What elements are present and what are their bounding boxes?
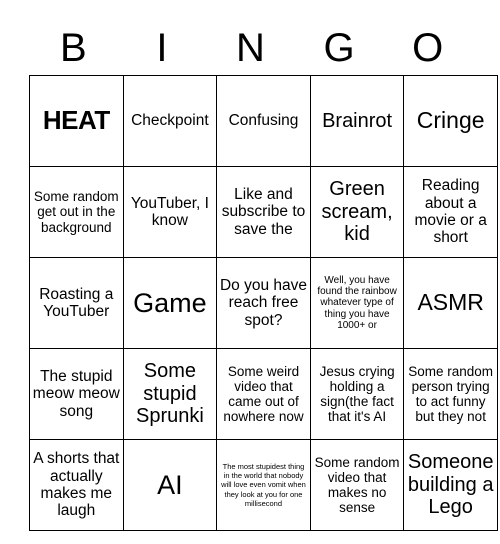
bingo-cell-label: Confusing: [228, 112, 299, 130]
bingo-cell-3-1[interactable]: Some stupid Sprunki: [122, 348, 218, 440]
bingo-cell-label: Some weird video that came out of nowher…: [223, 363, 304, 425]
bingo-cell-0-2[interactable]: Confusing: [216, 75, 311, 167]
bingo-cell-label: Someone building a Lego: [407, 451, 494, 519]
bingo-cell-1-4[interactable]: Reading about a movie or a short: [403, 166, 498, 258]
bingo-card: B I N G O HEAT Checkpoint Confusing Brainrot Cri…: [29, 20, 498, 531]
bingo-cell-label: Reading about a movie or a short: [414, 177, 487, 247]
bingo-cell-0-0[interactable]: HEAT: [29, 75, 124, 167]
bingo-cell-3-2[interactable]: Some weird video that came out of nowher…: [216, 348, 311, 440]
bingo-grid: HEAT Checkpoint Confusing Brainrot Cringe Som…: [29, 75, 498, 531]
bingo-cell-3-0[interactable]: The stupid meow meow song: [29, 348, 124, 440]
bingo-cell-4-0[interactable]: A shorts that actually makes me laugh: [29, 439, 124, 531]
bingo-cell-4-1[interactable]: AI: [122, 439, 218, 531]
bingo-cell-1-3[interactable]: Green scream, kid: [309, 166, 405, 258]
bingo-cell-label: Some random person trying to act funny b…: [408, 363, 494, 425]
bingo-cell-2-2[interactable]: Do you have reach free spot?: [216, 257, 311, 349]
bingo-cell-label: Jesus crying holding a sign(the fact tha…: [319, 363, 395, 425]
bingo-cell-2-3[interactable]: Well, you have found the rainbow whateve…: [309, 257, 405, 349]
bingo-cell-label: Roasting a YouTuber: [39, 285, 114, 320]
bingo-cell-2-4[interactable]: ASMR: [403, 257, 498, 349]
bingo-cell-label: Some stupid Sprunki: [135, 360, 204, 428]
bingo-cell-4-2[interactable]: The most stupidest thing in the world th…: [216, 439, 311, 531]
bingo-header-letter-b: B: [59, 25, 87, 70]
bingo-cell-3-3[interactable]: Jesus crying holding a sign(the fact tha…: [309, 348, 405, 440]
bingo-grid-body: HEAT Checkpoint Confusing Brainrot Cringe Som…: [29, 75, 498, 531]
bingo-cell-label: HEAT: [42, 105, 110, 136]
bingo-cell-1-1[interactable]: YouTuber, I know: [122, 166, 218, 258]
bingo-header-letter-i: I: [156, 25, 168, 70]
bingo-cell-label: AI: [157, 469, 183, 500]
bingo-cell-label: A shorts that actually makes me laugh: [33, 450, 120, 520]
bingo-cell-2-0[interactable]: Roasting a YouTuber: [29, 257, 124, 349]
bingo-row: Some random get out in the background You…: [29, 166, 498, 258]
bingo-cell-0-1[interactable]: Checkpoint: [122, 75, 218, 167]
bingo-cell-0-4[interactable]: Cringe: [403, 75, 498, 167]
bingo-cell-label: Well, you have found the rainbow whateve…: [317, 275, 397, 331]
bingo-header-letter-g: G: [323, 25, 355, 70]
bingo-cell-4-3[interactable]: Some random video that makes no sense: [309, 439, 405, 531]
bingo-cell-1-0[interactable]: Some random get out in the background: [29, 166, 124, 258]
bingo-cell-label: Brainrot: [322, 109, 393, 132]
bingo-row: A shorts that actually makes me laugh AI T…: [29, 439, 498, 531]
bingo-cell-2-1[interactable]: Game: [122, 257, 218, 349]
bingo-header-letter-o: O: [412, 25, 444, 70]
bingo-cell-3-4[interactable]: Some random person trying to act funny b…: [403, 348, 498, 440]
bingo-cell-label: The most stupidest thing in the world th…: [221, 462, 306, 508]
bingo-cell-label: Do you have reach free spot?: [219, 276, 307, 329]
bingo-row: Roasting a YouTuber Game Do you have reach…: [29, 257, 498, 349]
bingo-cell-label: Some random get out in the background: [33, 189, 119, 235]
bingo-cell-label: Cringe: [416, 107, 485, 134]
bingo-cell-label: Some random video that makes no sense: [314, 454, 400, 516]
bingo-cell-label: YouTuber, I know: [130, 194, 209, 229]
bingo-cell-label: Game: [133, 287, 207, 318]
bingo-cell-label: ASMR: [417, 289, 484, 316]
bingo-row: HEAT Checkpoint Confusing Brainrot Cringe: [29, 75, 498, 167]
bingo-cell-1-2[interactable]: Like and subscribe to save the: [216, 166, 311, 258]
bingo-row: The stupid meow meow song Some stupid Spr…: [29, 348, 498, 440]
bingo-header-letter-n: N: [236, 25, 265, 70]
bingo-cell-label: Green scream, kid: [321, 178, 393, 246]
bingo-cell-4-4[interactable]: Someone building a Lego: [403, 439, 498, 531]
bingo-cell-0-3[interactable]: Brainrot: [309, 75, 405, 167]
bingo-header: BINGO: [29, 20, 472, 75]
bingo-cell-label: Checkpoint: [131, 112, 209, 130]
bingo-cell-label: Like and subscribe to save the: [221, 185, 306, 238]
bingo-cell-label: The stupid meow meow song: [32, 367, 120, 420]
